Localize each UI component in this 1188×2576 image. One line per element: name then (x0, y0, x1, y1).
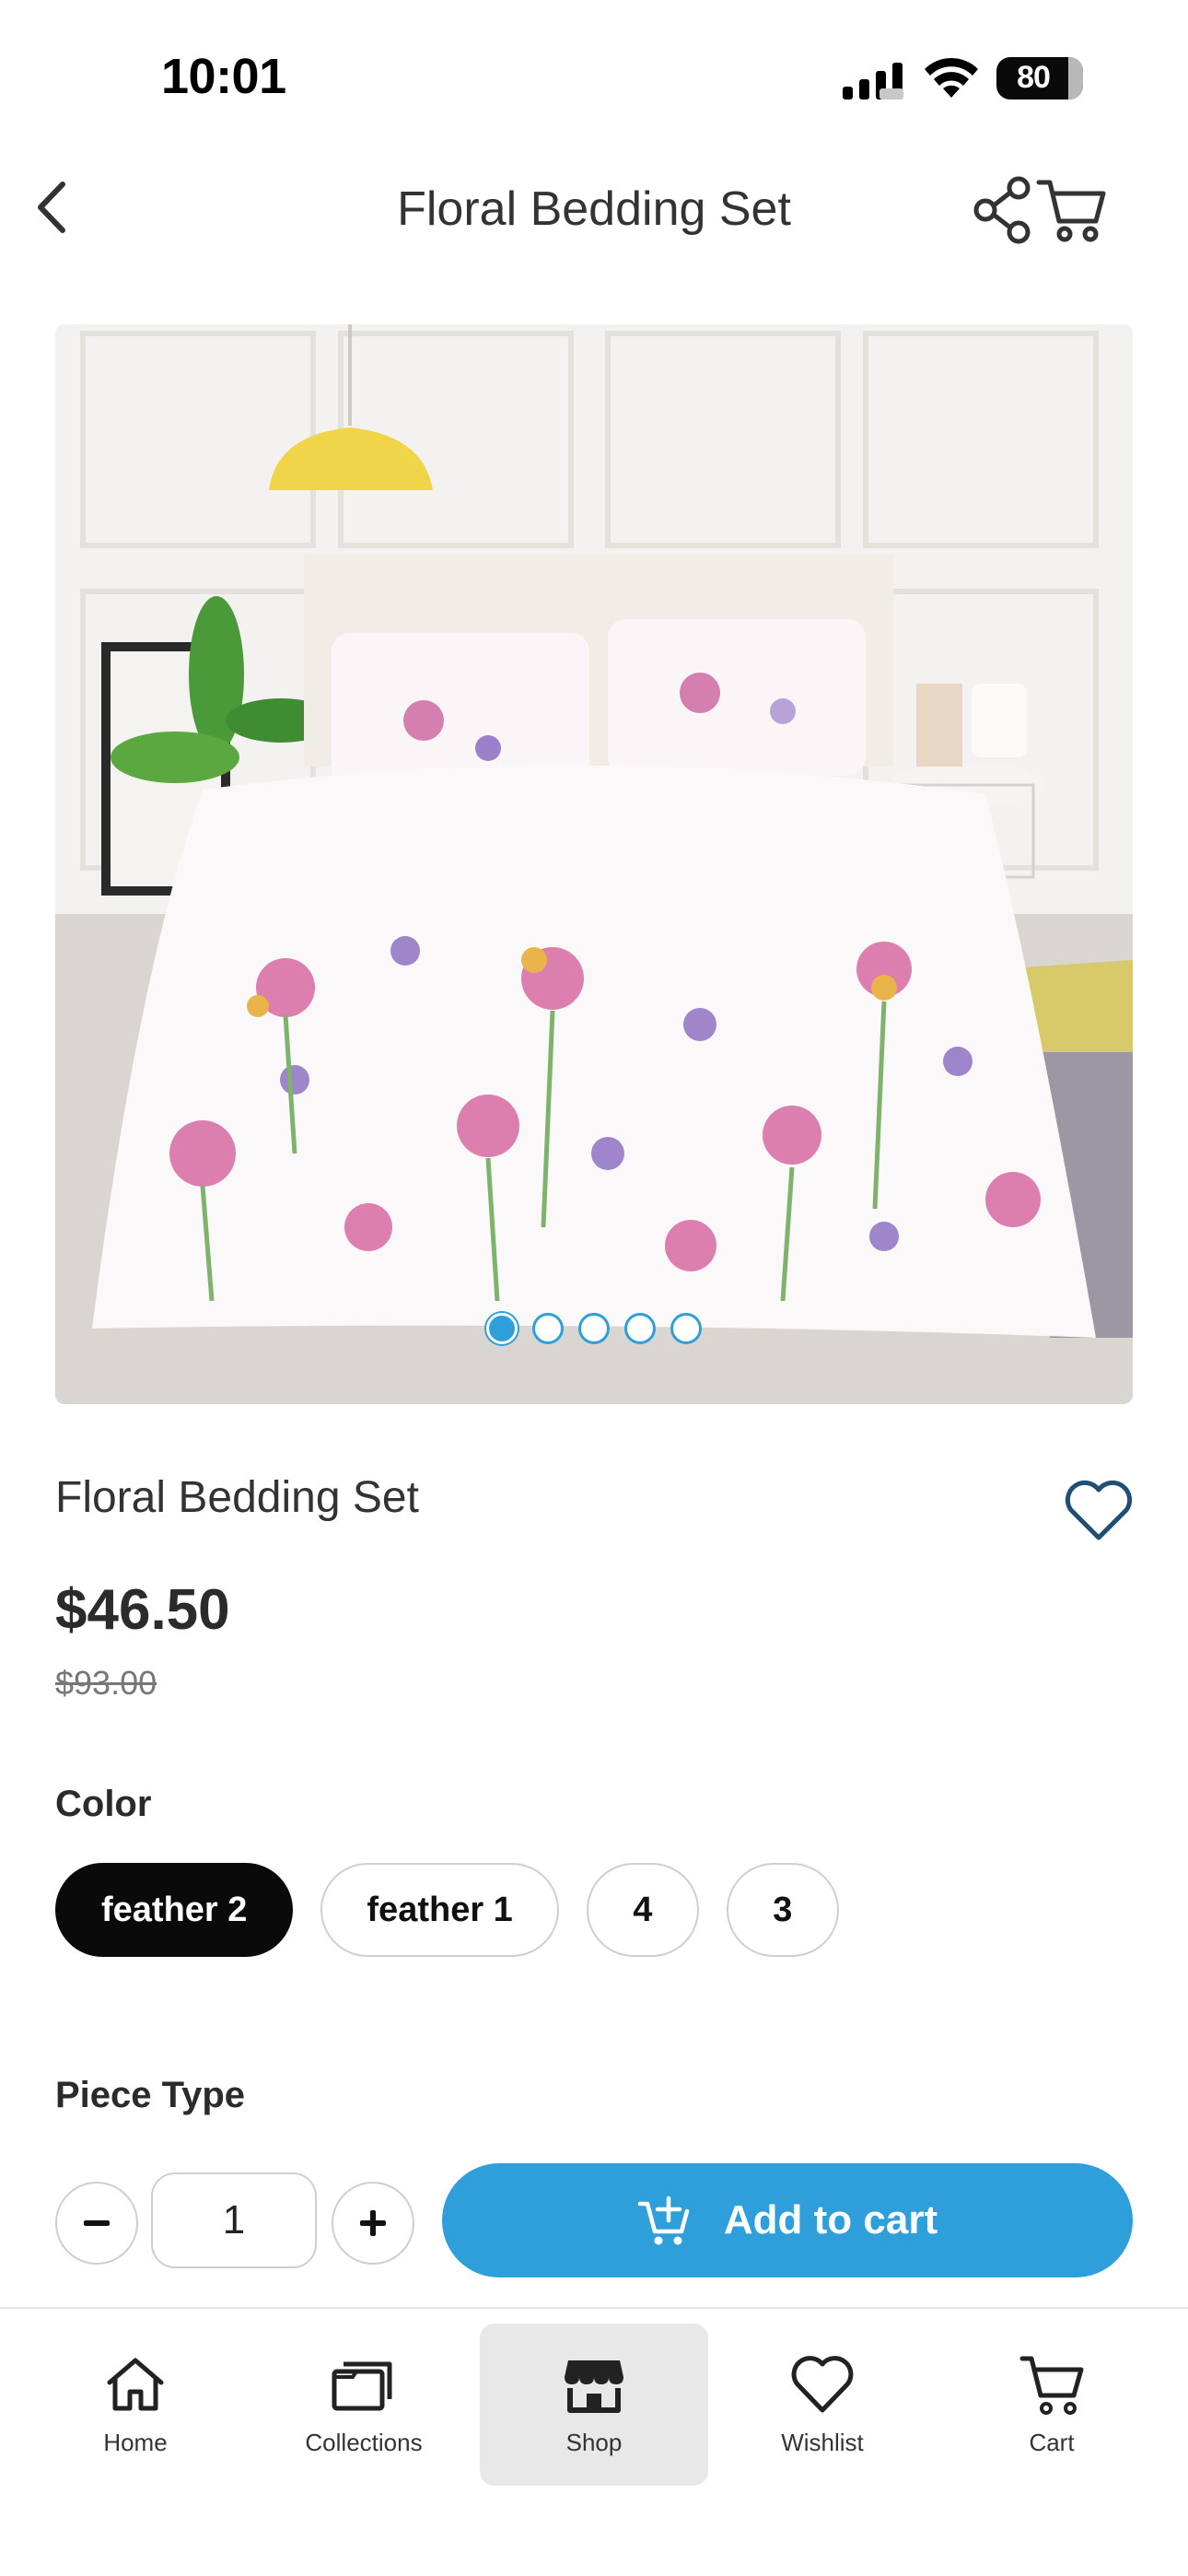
tab-label: Collections (305, 2429, 423, 2456)
tab-label: Home (103, 2429, 168, 2456)
tab-label: Wishlist (781, 2429, 864, 2456)
carousel-dot[interactable] (532, 1313, 564, 1344)
shop-icon (565, 2360, 623, 2413)
increase-quantity-button[interactable] (332, 2182, 414, 2265)
tab-label: Cart (1029, 2429, 1075, 2456)
tab-cart[interactable]: Cart (938, 2324, 1166, 2486)
color-option-feather-1[interactable]: feather 1 (320, 1863, 559, 1957)
sale-price: $46.50 (55, 1578, 230, 1642)
tab-shop[interactable]: Shop (480, 2324, 708, 2486)
minus-icon (84, 2220, 110, 2226)
carousel-dot[interactable] (624, 1313, 656, 1344)
carousel-dot[interactable] (486, 1313, 518, 1344)
decrease-quantity-button[interactable] (55, 2182, 138, 2265)
original-price: $93.00 (55, 1664, 157, 1702)
tab-wishlist[interactable]: Wishlist (708, 2324, 937, 2486)
tab-home[interactable]: Home (21, 2324, 250, 2486)
bedroom-photo (55, 324, 1133, 1404)
tab-collections[interactable]: Collections (250, 2324, 478, 2486)
add-to-cart-button[interactable]: Add to cart (442, 2163, 1133, 2277)
piece-type-label: Piece Type (55, 2075, 246, 2115)
status-time: 10:01 (161, 49, 286, 104)
product-page: 10:01 80 Floral Bedding Set Floral Beddi… (0, 0, 1188, 2576)
add-to-cart-label: Add to cart (723, 2197, 938, 2242)
quantity-input[interactable]: 1 (151, 2172, 317, 2268)
heart-icon[interactable] (1063, 1477, 1135, 1543)
image-carousel-dots (55, 1313, 1133, 1346)
cellular-signal-icon (843, 63, 903, 100)
product-image[interactable] (55, 324, 1133, 1404)
wifi-icon (925, 57, 978, 98)
collections-icon (332, 2361, 392, 2411)
battery-icon: 80 (996, 57, 1083, 100)
color-option-feather-2[interactable]: feather 2 (55, 1863, 294, 1957)
bottom-tab-bar: Home Collections Shop Wishlist Cart (0, 2307, 1188, 2576)
product-name: Floral Bedding Set (55, 1473, 419, 1522)
tab-label: Shop (565, 2429, 623, 2456)
color-label: Color (55, 1784, 152, 1824)
battery-tip (1076, 68, 1083, 88)
share-icon[interactable] (971, 175, 1035, 245)
heart-icon (791, 2356, 854, 2413)
cart-icon[interactable] (1035, 175, 1109, 245)
color-option-3[interactable]: 3 (726, 1863, 839, 1957)
cart-icon (1019, 2356, 1084, 2415)
back-icon[interactable] (28, 177, 79, 238)
battery-level: 80 (1017, 60, 1051, 95)
add-to-cart-icon (637, 2195, 690, 2245)
plus-icon (360, 2210, 386, 2236)
color-option-4[interactable]: 4 (586, 1863, 699, 1957)
carousel-dot[interactable] (578, 1313, 610, 1344)
color-options: feather 2 feather 1 4 3 (55, 1863, 839, 1957)
carousel-dot[interactable] (670, 1313, 702, 1344)
home-icon (107, 2358, 164, 2411)
